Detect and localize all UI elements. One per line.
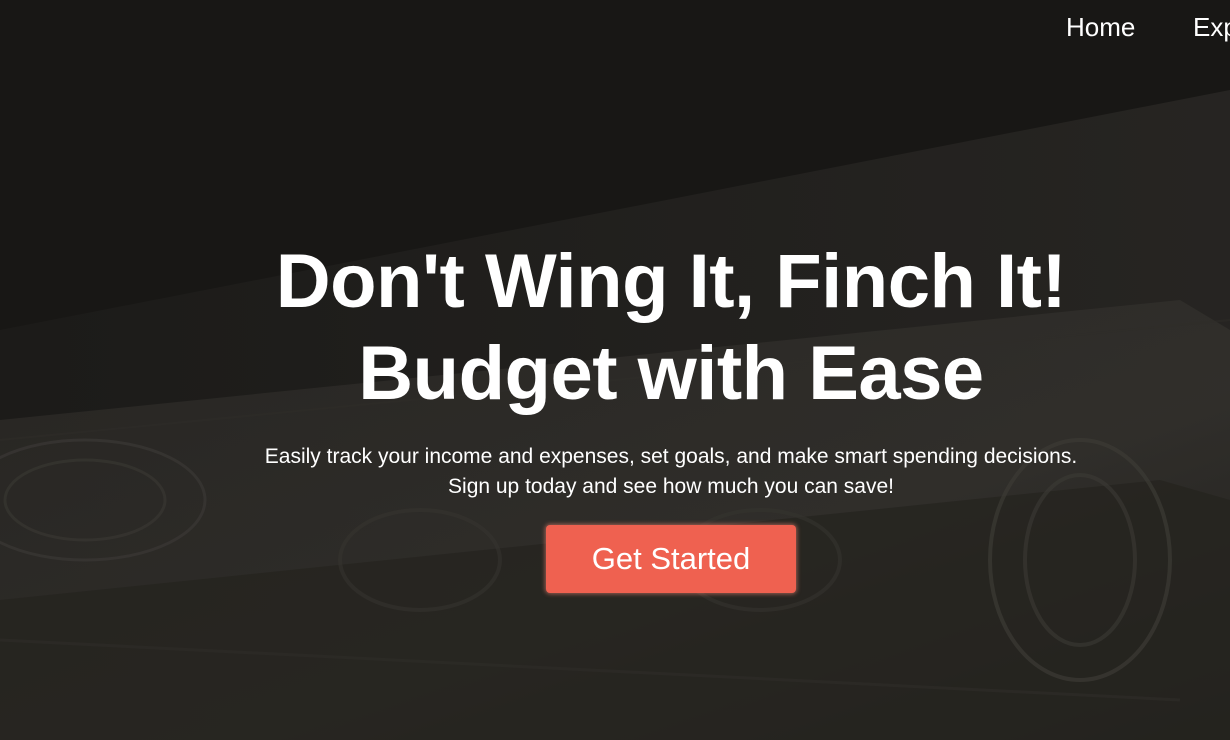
subtitle-line-2: Sign up today and see how much you can s… [448,475,894,498]
nav-link-expenses[interactable]: Exp [1193,12,1230,43]
nav-link-home[interactable]: Home [1066,12,1135,43]
top-nav: Home Exp [0,0,1230,56]
hero-subtitle: Easily track your income and expenses, s… [0,442,1230,502]
hero-content: Don't Wing It, Finch It! Budget with Eas… [0,236,1230,593]
headline-line-2: Budget with Ease [358,331,984,416]
subtitle-line-1: Easily track your income and expenses, s… [264,445,1078,468]
hero-section: Home Exp Don't Wing It, Finch It! Budget… [0,0,1230,740]
headline-line-1: Don't Wing It, Finch It! [275,239,1067,324]
hero-headline: Don't Wing It, Finch It! Budget with Eas… [59,236,1171,420]
cta-wrapper: Get Started [0,525,1230,593]
get-started-button[interactable]: Get Started [546,525,796,593]
